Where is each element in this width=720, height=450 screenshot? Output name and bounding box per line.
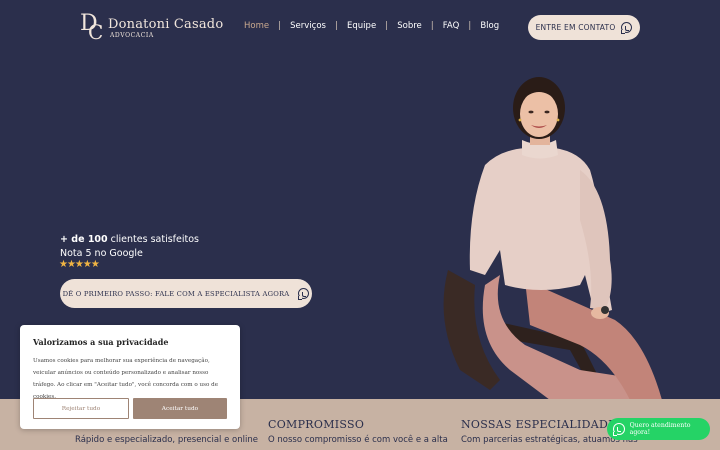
cookie-text: Usamos cookies para melhorar sua experiê…: [33, 358, 219, 400]
logo-monogram: D C: [80, 11, 104, 44]
nav-separator: |: [430, 21, 434, 31]
nav-item-servicos[interactable]: Serviços: [290, 21, 326, 31]
feature-title-especialidades: NOSSAS ESPECIALIDADES: [461, 418, 625, 431]
main-nav: Home | Serviços | Equipe | Sobre | FAQ |…: [244, 21, 499, 31]
cookie-banner: Valorizamos a sua privacidade Usamos coo…: [20, 325, 240, 429]
whatsapp-float-button[interactable]: Quero atendimento agora!: [607, 418, 710, 440]
site-header: D C Donatoni Casado ADVOCACIA Home | Ser…: [0, 0, 720, 56]
nav-separator: |: [334, 21, 339, 31]
whatsapp-icon: [613, 423, 625, 436]
google-rating: Nota 5 no Google: [60, 248, 143, 259]
cta-button-label: DÊ O PRIMEIRO PASSO: FALE COM A ESPECIAL…: [62, 289, 290, 298]
logo-text: Donatoni Casado ADVOCACIA: [108, 17, 223, 39]
nav-separator: |: [385, 21, 389, 31]
clients-count-text: clientes satisfeitos: [107, 234, 199, 245]
brand-subtitle: ADVOCACIA: [110, 32, 154, 39]
whatsapp-icon: [621, 22, 633, 34]
reject-all-button[interactable]: Rejeitar tudo: [33, 398, 129, 419]
feature-text-1: Rápido e especializado, presencial e onl…: [75, 435, 258, 445]
feature-title-compromisso: COMPROMISSO: [268, 418, 365, 431]
contact-button-label: ENTRE EM CONTATO: [535, 23, 616, 32]
accept-all-button[interactable]: Aceitar tudo: [133, 398, 227, 419]
nav-separator: |: [468, 21, 472, 31]
nav-item-faq[interactable]: FAQ: [443, 21, 459, 31]
cta-button[interactable]: DÊ O PRIMEIRO PASSO: FALE COM A ESPECIAL…: [60, 279, 312, 308]
whatsapp-float-label: Quero atendimento agora!: [629, 422, 691, 436]
lawyer-photo: [443, 77, 662, 400]
nav-separator: |: [278, 21, 282, 31]
nav-item-sobre[interactable]: Sobre: [397, 21, 422, 31]
nav-item-blog[interactable]: Blog: [480, 21, 499, 31]
rating-stars: ★★★★★: [59, 259, 100, 270]
clients-count: + de 100 clientes satisfeitos: [60, 234, 199, 245]
whatsapp-icon: [298, 288, 310, 300]
feature-text-compromisso: O nosso compromisso é com você e a alta: [268, 435, 448, 445]
nav-item-equipe[interactable]: Equipe: [347, 21, 376, 31]
logo-letter-c: C: [88, 20, 104, 44]
contact-button[interactable]: ENTRE EM CONTATO: [528, 15, 640, 40]
brand-name: Donatoni Casado: [108, 17, 224, 32]
nav-item-home[interactable]: Home: [244, 21, 269, 31]
cookie-title: Valorizamos a sua privacidade: [33, 337, 169, 347]
brand-logo[interactable]: D C Donatoni Casado ADVOCACIA: [80, 11, 223, 44]
clients-count-bold: + de 100: [60, 234, 108, 245]
